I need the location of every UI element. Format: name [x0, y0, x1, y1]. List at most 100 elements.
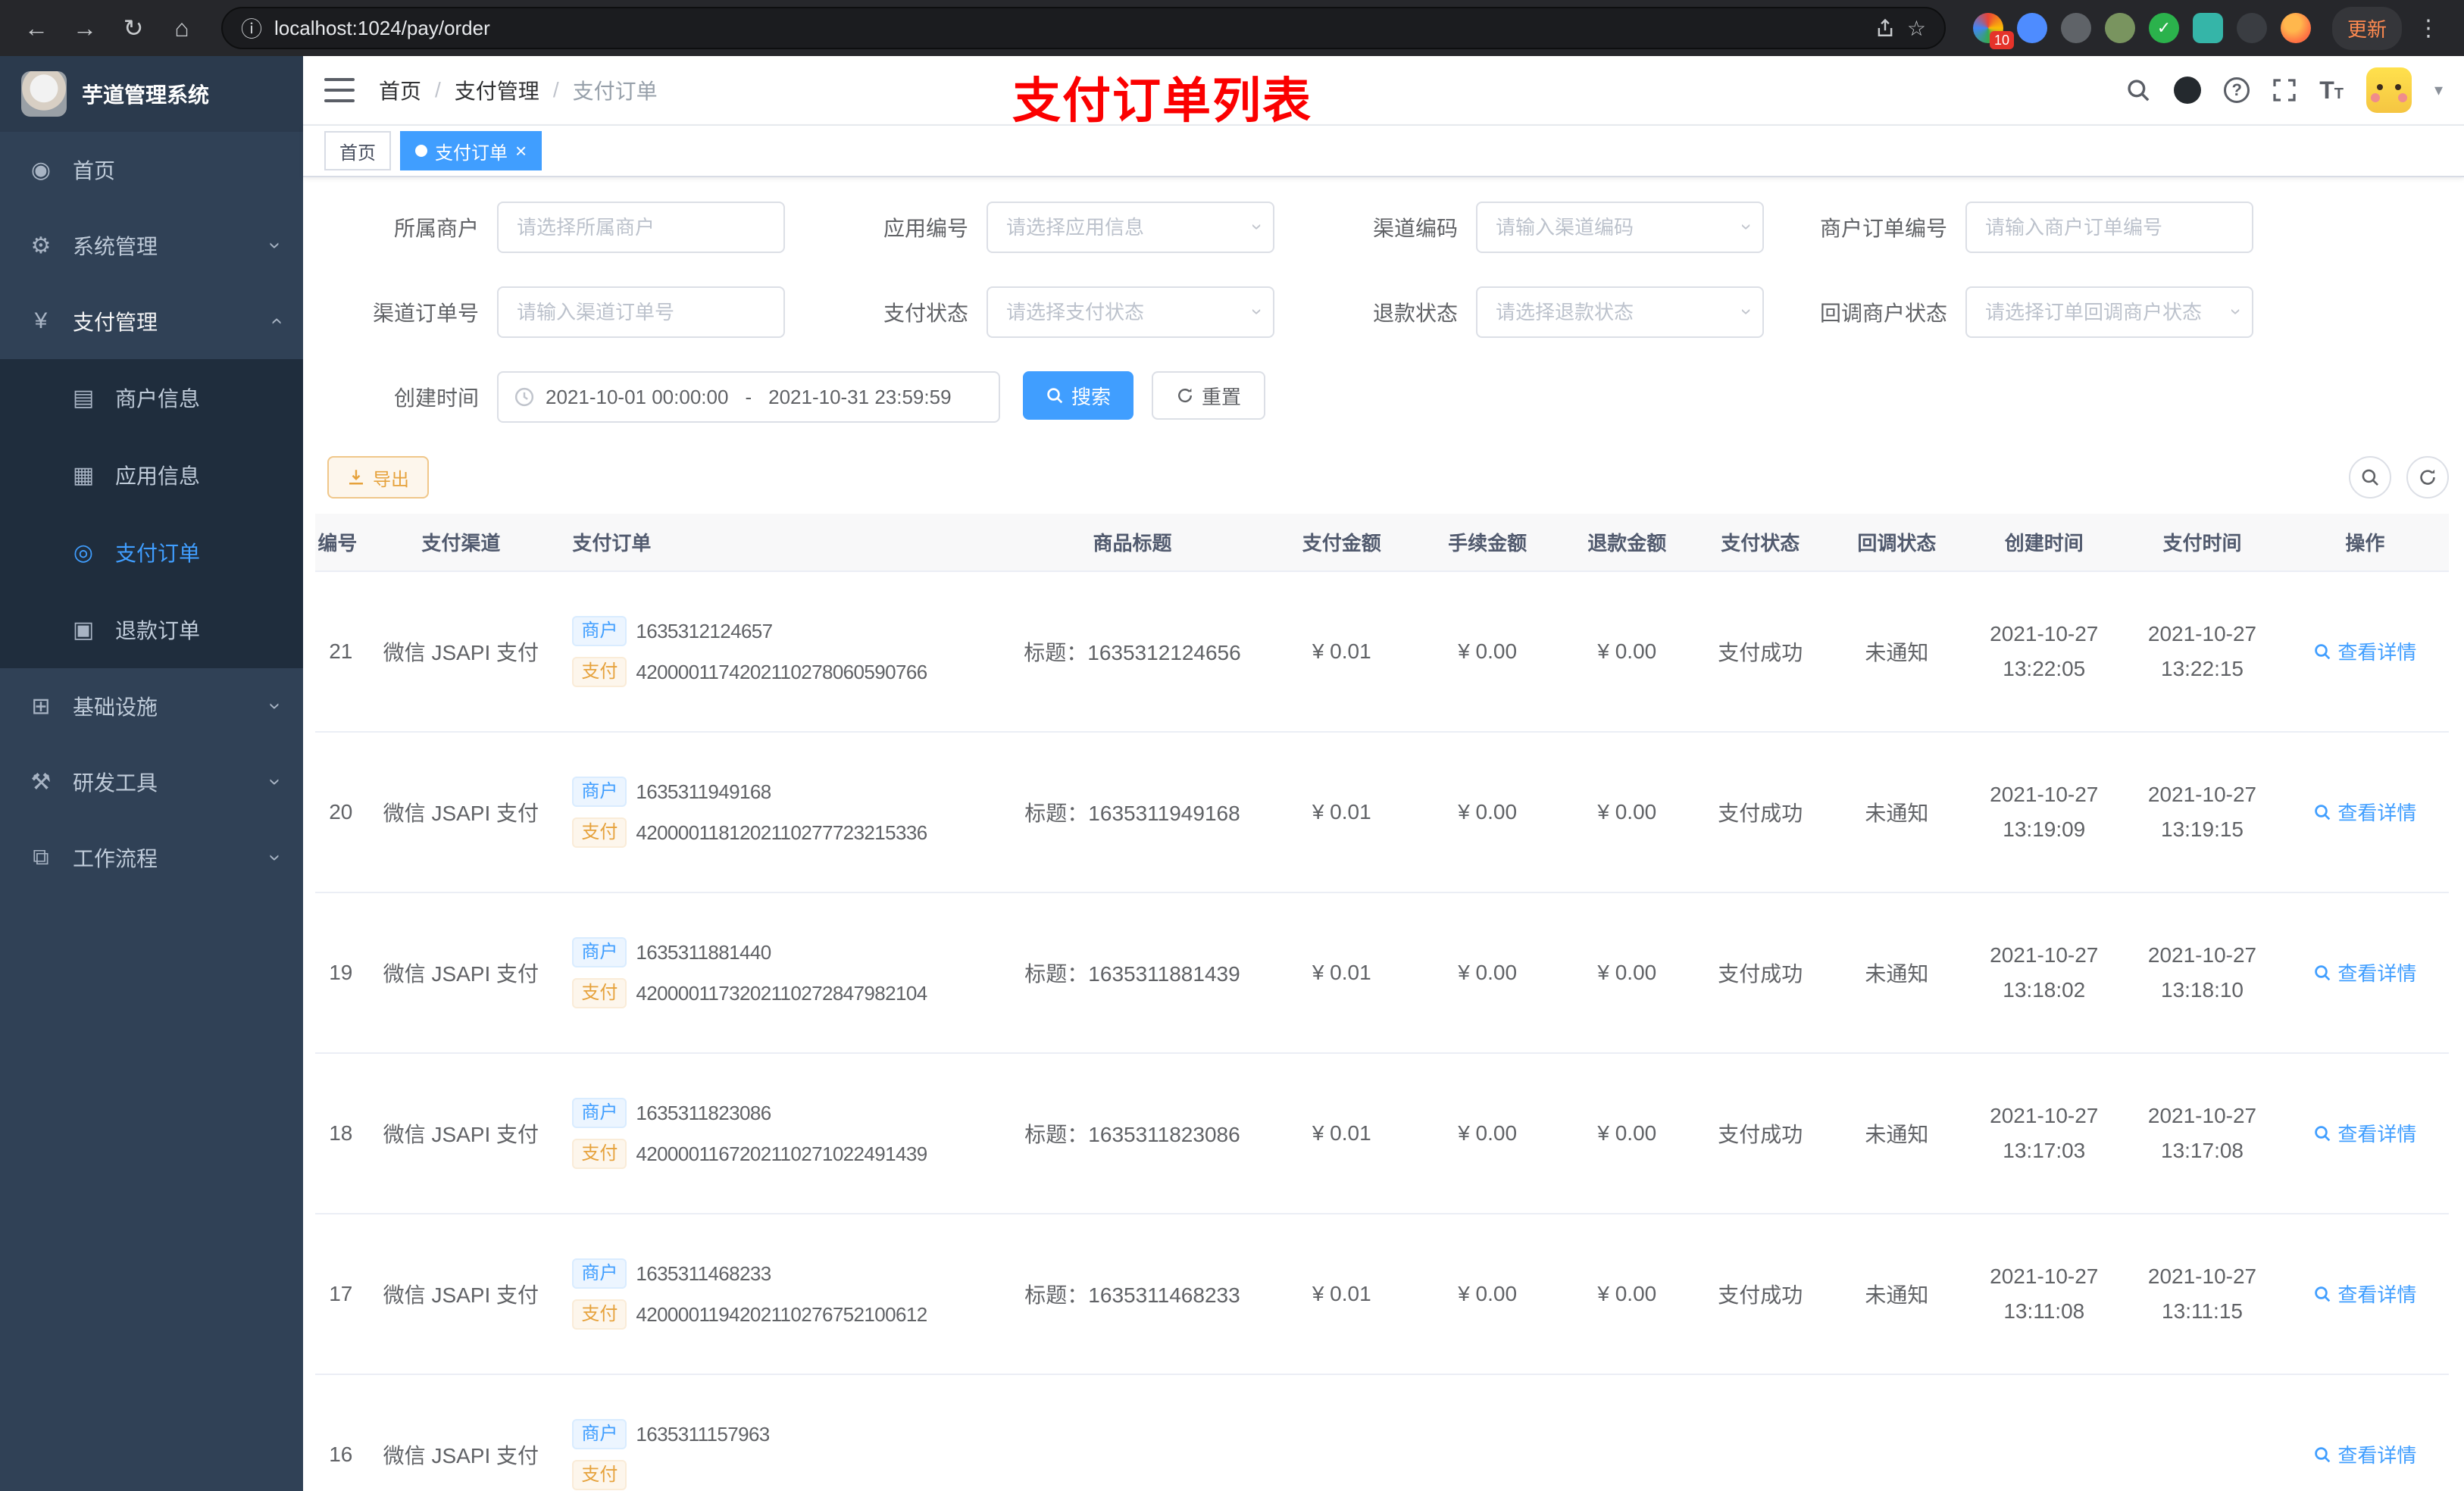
order-id: 17 [329, 1282, 353, 1305]
extension-icon[interactable] [2060, 13, 2091, 43]
bank-card-icon: ▤ [72, 385, 95, 411]
browser-menu-icon[interactable]: ⋮ [2408, 15, 2449, 42]
fullscreen-icon[interactable] [2272, 78, 2297, 102]
search-icon[interactable] [2125, 77, 2151, 103]
forward-button[interactable]: → [64, 7, 106, 49]
filter-app-id: 应用编号 › [817, 202, 1306, 253]
chevron-down-icon: › [264, 778, 288, 786]
sidebar-item-dev-tools[interactable]: ⚒ 研发工具 › [0, 744, 303, 820]
share-icon[interactable] [1875, 18, 1895, 38]
tab-pay-order[interactable]: 支付订单 × [400, 131, 543, 170]
date-range-picker[interactable]: 2021-10-01 00:00:00 - 2021-10-31 23:59:5… [497, 371, 1000, 423]
merchant-order-no-input[interactable] [1965, 202, 2253, 253]
refresh-button[interactable] [2406, 456, 2449, 499]
close-icon[interactable]: × [515, 141, 527, 161]
back-button[interactable]: ← [15, 7, 58, 49]
font-size-icon[interactable]: TT [2319, 78, 2344, 102]
pay-status-select[interactable] [987, 286, 1274, 338]
view-detail-link[interactable]: 查看详情 [2313, 1440, 2416, 1468]
extension-icon[interactable] [2148, 13, 2179, 43]
site-info-icon[interactable]: ⓘ [241, 13, 262, 43]
notify-status-select[interactable] [1965, 286, 2253, 338]
chrome-update-button[interactable]: 更新 [2331, 6, 2402, 50]
app-logo[interactable]: 芋道管理系统 [0, 56, 303, 132]
extension-icon[interactable] [2104, 13, 2135, 43]
app-id-select[interactable] [987, 202, 1274, 253]
reload-button[interactable]: ↻ [112, 7, 155, 49]
extension-icon[interactable] [2016, 13, 2047, 43]
browser-toolbar: ← → ↻ ⌂ ⓘ localhost:1024/pay/order ☆ 10 … [0, 0, 2464, 56]
product-title-cell: 标题：1635311823086 [994, 1053, 1271, 1214]
menu-label: 支付管理 [73, 311, 158, 334]
export-button[interactable]: 导出 [327, 456, 429, 499]
address-bar[interactable]: ⓘ localhost:1024/pay/order ☆ [221, 7, 1946, 49]
menu-label: 退款订单 [115, 619, 201, 642]
table-row: 16 微信 JSAPI 支付 商户 1635311157963 支付 查看详情 [315, 1374, 2449, 1491]
tab-label: 支付订单 [435, 142, 508, 164]
channel-order-no-input[interactable] [497, 286, 785, 338]
sidebar-item-home[interactable]: ◉ 首页 [0, 132, 303, 208]
bookmark-star-icon[interactable]: ☆ [1907, 16, 1926, 41]
url-text[interactable]: localhost:1024/pay/order [274, 17, 1863, 40]
breadcrumb-payment[interactable]: 支付管理 [455, 75, 539, 105]
view-detail-link[interactable]: 查看详情 [2313, 1119, 2416, 1147]
merchant-input[interactable] [497, 202, 785, 253]
extension-icon[interactable]: 10 [1972, 13, 2014, 49]
extension-icon[interactable] [2236, 13, 2267, 43]
pay-order-cell: 商户 1635312124657 支付 42000011742021102780… [560, 571, 995, 733]
menu-label: 应用信息 [115, 464, 201, 488]
help-icon[interactable]: ? [2224, 77, 2250, 103]
sidebar-item-merchant-info[interactable]: ▤ 商户信息 [0, 359, 303, 436]
gear-icon: ⚙ [30, 233, 52, 258]
home-button[interactable]: ⌂ [161, 7, 203, 49]
create-time-cell: 2021-10-27 13:17:03 [1965, 1053, 2124, 1214]
view-detail-label: 查看详情 [2337, 1444, 2417, 1468]
sidebar-item-refund-order[interactable]: ▣ 退款订单 [0, 591, 303, 668]
notify-status-cell: 未通知 [1828, 1053, 1965, 1214]
filter-label: 渠道订单号 [372, 302, 479, 325]
col-refund-amount: 退款金额 [1562, 514, 1693, 572]
reset-button[interactable]: 重置 [1152, 371, 1266, 420]
grid-icon: ▦ [72, 462, 95, 488]
avatar-caret-icon[interactable]: ▾ [2434, 80, 2443, 100]
pay-amount-cell: ¥ 0.01 [1270, 1214, 1413, 1375]
pay-amount-cell: ¥ 0.01 [1270, 571, 1413, 733]
search-button[interactable]: 搜索 [1023, 371, 1134, 420]
order-id: 21 [329, 639, 353, 663]
sidebar-item-workflow[interactable]: ⧉ 工作流程 › [0, 820, 303, 896]
channel-code-select[interactable] [1476, 202, 1764, 253]
date-start[interactable]: 2021-10-01 00:00:00 [546, 386, 728, 409]
extension-badge: 10 [1989, 31, 2014, 49]
toggle-search-button[interactable] [2349, 456, 2391, 499]
sidebar-item-system[interactable]: ⚙ 系统管理 › [0, 208, 303, 283]
pay-status-cell: 支付成功 [1692, 892, 1829, 1054]
merchant-order-no: 1635311157963 [636, 1422, 770, 1446]
user-avatar[interactable] [2366, 67, 2412, 113]
tab-home[interactable]: 首页 [324, 131, 391, 170]
view-detail-link[interactable]: 查看详情 [2313, 637, 2416, 665]
filter-label: 所属商户 [393, 217, 479, 240]
chevron-up-icon: › [263, 317, 287, 325]
workflow-icon: ⧉ [33, 845, 49, 870]
pay-order-cell: 商户 1635311881440 支付 42000011732021102728… [560, 892, 995, 1054]
pay-time-cell: 2021-10-27 13:19:15 [2123, 732, 2281, 893]
filter-create-time: 创建时间 2021-10-01 00:00:00 - 2021-10-31 23… [327, 371, 1000, 423]
refund-status-select[interactable] [1476, 286, 1764, 338]
extension-icon[interactable] [2192, 13, 2223, 43]
active-dot [415, 145, 427, 157]
view-detail-link[interactable]: 查看详情 [2313, 958, 2416, 986]
profile-avatar[interactable] [2280, 13, 2311, 43]
refund-amount-cell: ¥ 0.00 [1562, 571, 1693, 733]
sidebar-item-app-info[interactable]: ▦ 应用信息 [0, 436, 303, 514]
sidebar-item-pay-order[interactable]: ◎ 支付订单 [0, 514, 303, 591]
breadcrumb-home[interactable]: 首页 [379, 75, 421, 105]
sidebar-item-payment[interactable]: ¥ 支付管理 › [0, 283, 303, 359]
view-detail-link[interactable]: 查看详情 [2313, 798, 2416, 826]
view-detail-link[interactable]: 查看详情 [2313, 1280, 2416, 1308]
sidebar-item-infrastructure[interactable]: ⊞ 基础设施 › [0, 668, 303, 744]
github-icon[interactable] [2174, 77, 2202, 104]
refund-amount-cell [1562, 1374, 1693, 1491]
date-end[interactable]: 2021-10-31 23:59:59 [768, 386, 951, 409]
col-pay-order: 支付订单 [560, 514, 995, 572]
collapse-sidebar-icon[interactable] [324, 78, 355, 102]
